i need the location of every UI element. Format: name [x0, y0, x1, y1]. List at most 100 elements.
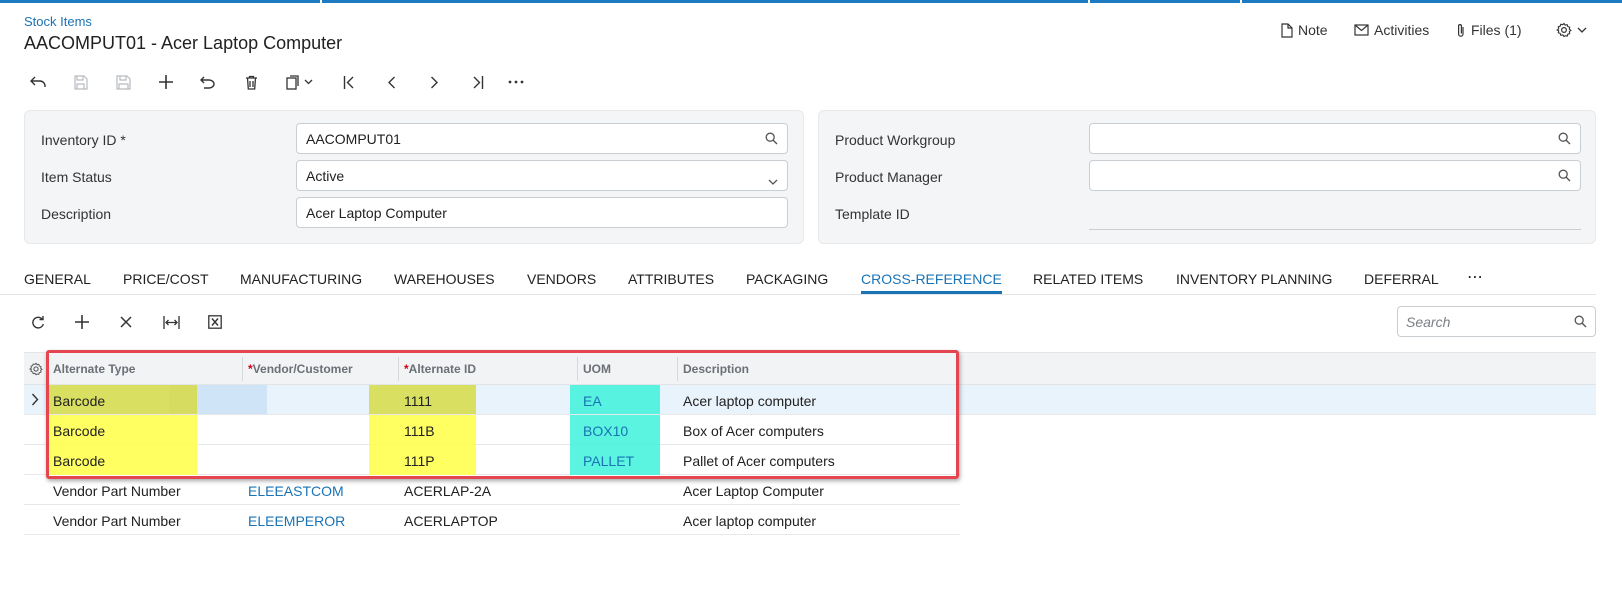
search-icon[interactable]: [1558, 169, 1571, 185]
clipboard-icon: [285, 74, 299, 90]
search-icon[interactable]: [1558, 132, 1571, 148]
search-icon[interactable]: [765, 132, 778, 148]
delete-button[interactable]: [237, 70, 265, 94]
product-workgroup-label: Product Workgroup: [835, 132, 956, 148]
note-icon: [1281, 22, 1293, 38]
save-and-close-button[interactable]: [66, 70, 94, 94]
last-record-button[interactable]: [463, 70, 491, 94]
activities-label: Activities: [1374, 22, 1430, 38]
note-button[interactable]: Note: [1281, 22, 1328, 38]
active-tab-indicator: [861, 291, 1002, 294]
tab-attributes[interactable]: ATTRIBUTES: [628, 271, 714, 287]
column-settings-icon[interactable]: [29, 362, 43, 381]
chevron-left-icon: [387, 76, 395, 88]
save-icon: [115, 74, 131, 90]
first-record-button[interactable]: [335, 70, 363, 94]
excel-icon: [208, 315, 222, 329]
last-icon: [473, 75, 483, 89]
ellipsis-icon: [508, 80, 524, 84]
tab-cross-reference[interactable]: CROSS-REFERENCE: [861, 271, 1002, 287]
product-manager-label: Product Manager: [835, 169, 943, 185]
tab-general[interactable]: GENERAL: [24, 271, 91, 287]
tab-manufacturing[interactable]: MANUFACTURING: [240, 271, 362, 287]
tab-vendors[interactable]: VENDORS: [527, 271, 596, 287]
delete-row-button[interactable]: [112, 310, 140, 334]
revert-icon: [200, 76, 215, 89]
item-status-select[interactable]: Active: [296, 160, 788, 191]
save-close-icon: [73, 74, 88, 90]
refresh-icon: [32, 315, 44, 329]
tab-inventory-planning[interactable]: INVENTORY PLANNING: [1176, 271, 1332, 287]
chevron-right-icon: [430, 76, 438, 88]
save-button[interactable]: [109, 70, 137, 94]
breadcrumb[interactable]: Stock Items: [24, 14, 92, 29]
template-id-label: Template ID: [835, 206, 910, 222]
plus-icon: [75, 315, 89, 329]
description-cell[interactable]: Acer Laptop Computer: [683, 483, 824, 499]
summary-panel-right: Product Workgroup Product Manager Templa…: [818, 110, 1596, 244]
description-label: Description: [41, 206, 112, 222]
description-field[interactable]: Acer Laptop Computer: [296, 197, 788, 228]
page-title: AACOMPUT01 - Acer Laptop Computer: [24, 33, 343, 53]
files-label: Files (1): [1471, 22, 1522, 38]
export-excel-button[interactable]: [201, 310, 229, 334]
chevron-down-icon: [304, 79, 312, 85]
summary-panel-left: Inventory ID * AACOMPUT01 Item Status Ac…: [24, 110, 804, 244]
undo-arrow-icon: [30, 76, 46, 87]
grid-search-box[interactable]: [1397, 306, 1596, 337]
settings-menu-button[interactable]: [1556, 22, 1587, 38]
fit-width-icon: [162, 315, 180, 329]
gear-icon: [1556, 22, 1572, 38]
copy-paste-menu[interactable]: [280, 70, 318, 94]
vendor-customer-cell[interactable]: ELEEASTCOM: [248, 483, 344, 499]
inventory-id-value: AACOMPUT01: [306, 131, 401, 147]
activities-button[interactable]: Activities: [1354, 22, 1429, 38]
close-icon: [120, 316, 132, 328]
alternate-id-cell[interactable]: ACERLAPTOP: [404, 513, 498, 529]
template-id-field[interactable]: [1089, 229, 1581, 230]
files-button[interactable]: Files (1): [1456, 22, 1522, 38]
tab-packaging[interactable]: PACKAGING: [746, 271, 828, 287]
first-icon: [343, 75, 353, 89]
mail-icon: [1354, 24, 1369, 36]
tab-related-items[interactable]: RELATED ITEMS: [1033, 271, 1143, 287]
description-value: Acer Laptop Computer: [306, 205, 447, 221]
tab-warehouses[interactable]: WAREHOUSES: [394, 271, 495, 287]
chevron-down-icon: [768, 172, 778, 188]
item-status-label: Item Status: [41, 169, 112, 185]
vendor-customer-cell[interactable]: ELEEMPEROR: [248, 513, 345, 529]
note-label: Note: [1298, 22, 1328, 38]
tab-bar: GENERAL PRICE/COST MANUFACTURING WAREHOU…: [0, 262, 1596, 295]
back-button[interactable]: [24, 70, 52, 94]
table-row[interactable]: Vendor Part Number ELEEASTCOM ACERLAP-2A…: [24, 475, 960, 505]
fit-to-screen-button[interactable]: [157, 310, 185, 334]
tab-price-cost[interactable]: PRICE/COST: [123, 271, 209, 287]
inventory-id-field[interactable]: AACOMPUT01: [296, 123, 788, 154]
tab-more-button[interactable]: ⋯: [1467, 267, 1483, 287]
table-row[interactable]: Vendor Part Number ELEEMPEROR ACERLAPTOP…: [24, 505, 960, 535]
search-input[interactable]: [1406, 314, 1566, 330]
previous-record-button[interactable]: [377, 70, 405, 94]
plus-icon: [159, 75, 173, 89]
alternate-id-cell[interactable]: ACERLAP-2A: [404, 483, 491, 499]
tab-deferral[interactable]: DEFERRAL: [1364, 271, 1439, 287]
product-workgroup-field[interactable]: [1089, 123, 1581, 154]
description-cell[interactable]: Acer laptop computer: [683, 513, 816, 529]
top-accent-bar: [0, 0, 1622, 3]
inventory-id-label: Inventory ID *: [41, 132, 126, 148]
alternate-type-cell[interactable]: Vendor Part Number: [53, 513, 181, 529]
chevron-down-icon: [1577, 27, 1587, 33]
next-record-button[interactable]: [420, 70, 448, 94]
add-row-button[interactable]: [68, 310, 96, 334]
alternate-type-cell[interactable]: Vendor Part Number: [53, 483, 181, 499]
add-button[interactable]: [152, 70, 180, 94]
row-selected-chevron-icon: [31, 393, 39, 411]
item-status-value: Active: [306, 168, 345, 184]
trash-icon: [245, 75, 257, 90]
search-icon[interactable]: [1574, 315, 1587, 333]
more-actions-button[interactable]: [502, 70, 530, 94]
paperclip-icon: [1456, 23, 1466, 38]
cancel-button[interactable]: [194, 70, 222, 94]
refresh-button[interactable]: [24, 310, 52, 334]
product-manager-field[interactable]: [1089, 160, 1581, 191]
